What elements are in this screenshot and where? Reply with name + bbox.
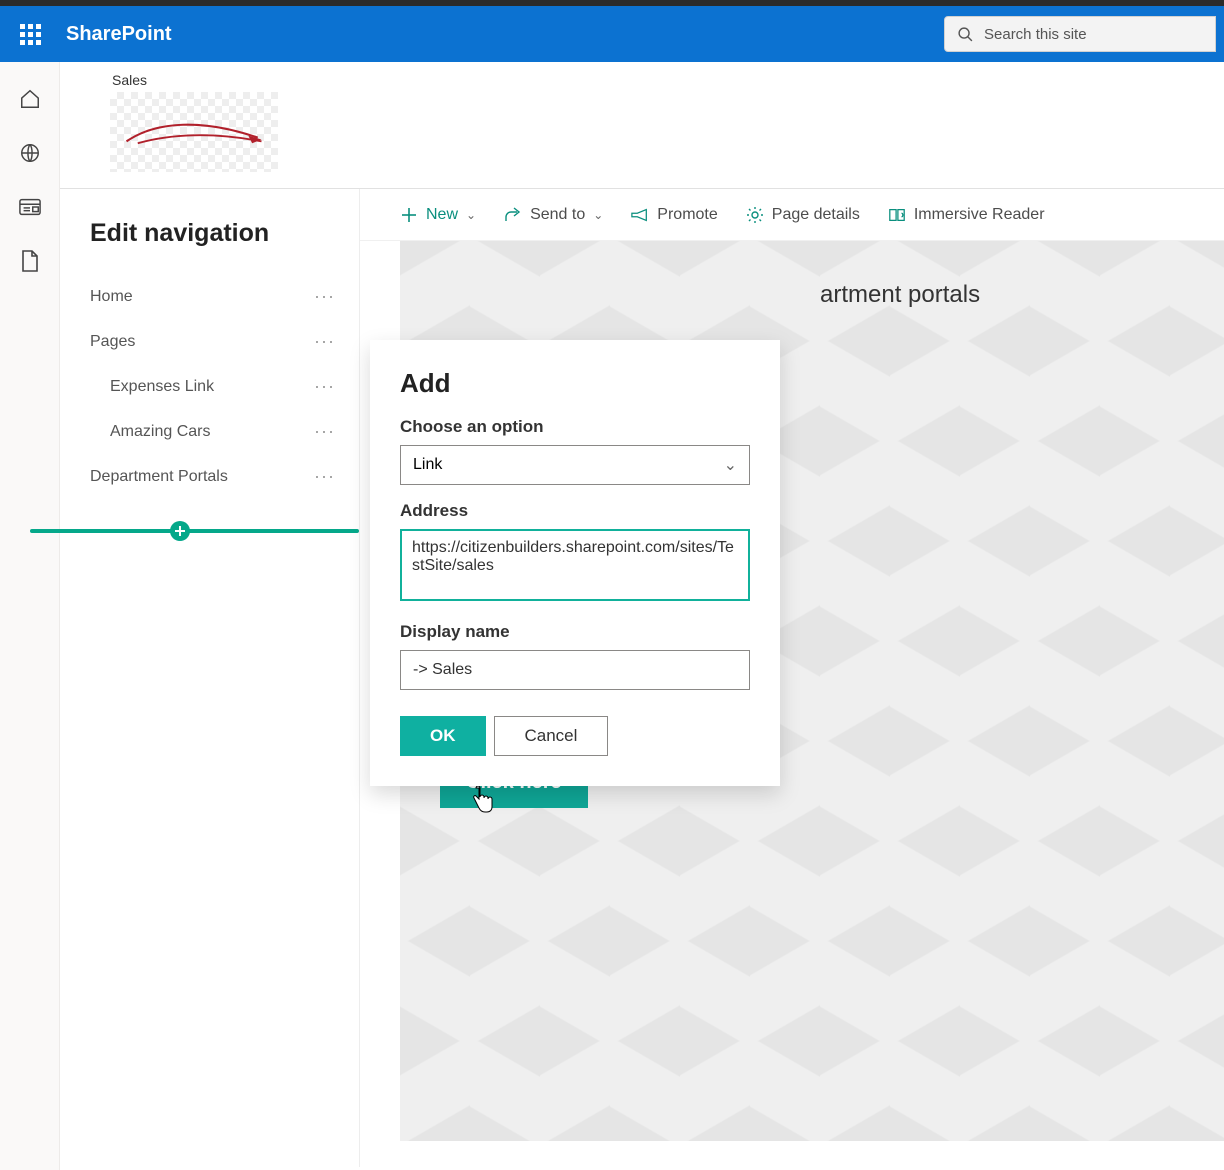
option-value: Link bbox=[413, 456, 442, 474]
option-label: Choose an option bbox=[400, 417, 750, 437]
display-name-input[interactable] bbox=[400, 650, 750, 690]
files-rail-icon[interactable] bbox=[19, 250, 41, 272]
nav-item-label: Pages bbox=[90, 333, 135, 351]
chevron-down-icon: ⌄ bbox=[724, 455, 737, 475]
nav-item-menu-icon[interactable]: ··· bbox=[308, 331, 341, 352]
nav-item-label: Expenses Link bbox=[110, 378, 214, 396]
reader-icon bbox=[888, 206, 906, 224]
dialog-title: Add bbox=[400, 368, 750, 399]
nav-item-menu-icon[interactable]: ··· bbox=[308, 466, 341, 487]
add-link-dialog: Add Choose an option Link ⌄ Address Disp… bbox=[370, 340, 780, 786]
option-select[interactable]: Link ⌄ bbox=[400, 445, 750, 485]
globe-rail-icon[interactable] bbox=[19, 142, 41, 164]
app-launcher-button[interactable] bbox=[0, 6, 60, 62]
ok-button[interactable]: OK bbox=[400, 716, 486, 756]
address-input[interactable] bbox=[400, 529, 750, 601]
app-rail bbox=[0, 62, 60, 1170]
site-title: Sales bbox=[112, 72, 1174, 88]
address-label: Address bbox=[400, 501, 750, 521]
chevron-down-icon: ⌄ bbox=[466, 208, 476, 222]
nav-item-home[interactable]: Home ··· bbox=[90, 274, 341, 319]
share-icon bbox=[504, 206, 522, 224]
chevron-down-icon: ⌄ bbox=[593, 208, 603, 222]
search-icon bbox=[957, 26, 974, 43]
nav-item-menu-icon[interactable]: ··· bbox=[308, 421, 341, 442]
command-bar: New ⌄ Send to ⌄ Promote bbox=[360, 189, 1224, 241]
cmd-label: Page details bbox=[772, 206, 860, 224]
search-input[interactable]: Search this site bbox=[944, 16, 1216, 52]
home-rail-icon[interactable] bbox=[19, 88, 41, 110]
cancel-button[interactable]: Cancel bbox=[494, 716, 609, 756]
waffle-icon bbox=[20, 24, 41, 45]
nav-item-label: Department Portals bbox=[90, 468, 228, 486]
nav-insert-indicator[interactable] bbox=[30, 529, 359, 533]
nav-item-label: Amazing Cars bbox=[110, 423, 210, 441]
nav-item-pages[interactable]: Pages ··· bbox=[90, 319, 341, 364]
cmd-label: Immersive Reader bbox=[914, 206, 1045, 224]
cmd-label: Promote bbox=[657, 206, 717, 224]
suite-bar: SharePoint Search this site bbox=[0, 6, 1224, 62]
suite-brand[interactable]: SharePoint bbox=[66, 23, 172, 46]
add-nav-item-button[interactable] bbox=[170, 521, 190, 541]
nav-item-label: Home bbox=[90, 288, 133, 306]
promote-button[interactable]: Promote bbox=[631, 206, 717, 224]
nav-item-expenses-link[interactable]: Expenses Link ··· bbox=[90, 364, 341, 409]
news-rail-icon[interactable] bbox=[19, 196, 41, 218]
site-header: Sales bbox=[60, 62, 1224, 189]
edit-navigation-panel: Edit navigation Home ··· Pages ··· Expen… bbox=[60, 189, 360, 1167]
search-container: Search this site bbox=[944, 16, 1224, 52]
car-logo-icon bbox=[119, 112, 269, 152]
immersive-reader-button[interactable]: Immersive Reader bbox=[888, 206, 1045, 224]
nav-item-department-portals[interactable]: Department Portals ··· bbox=[90, 454, 341, 499]
plus-icon bbox=[400, 206, 418, 224]
portal-heading: artment portals bbox=[820, 281, 980, 309]
cmd-label: New bbox=[426, 206, 458, 224]
nav-item-amazing-cars[interactable]: Amazing Cars ··· bbox=[90, 409, 341, 454]
new-button[interactable]: New ⌄ bbox=[400, 206, 476, 224]
send-to-button[interactable]: Send to ⌄ bbox=[504, 206, 603, 224]
nav-item-menu-icon[interactable]: ··· bbox=[308, 376, 341, 397]
plus-icon bbox=[175, 526, 185, 536]
page-details-button[interactable]: Page details bbox=[746, 206, 860, 224]
search-placeholder: Search this site bbox=[984, 26, 1087, 43]
display-name-label: Display name bbox=[400, 622, 750, 642]
cmd-label: Send to bbox=[530, 206, 585, 224]
megaphone-icon bbox=[631, 206, 649, 224]
nav-item-menu-icon[interactable]: ··· bbox=[308, 286, 341, 307]
nav-panel-title: Edit navigation bbox=[90, 219, 341, 248]
gear-icon bbox=[746, 206, 764, 224]
dialog-button-row: OK Cancel bbox=[400, 716, 750, 756]
site-logo[interactable] bbox=[110, 92, 278, 172]
